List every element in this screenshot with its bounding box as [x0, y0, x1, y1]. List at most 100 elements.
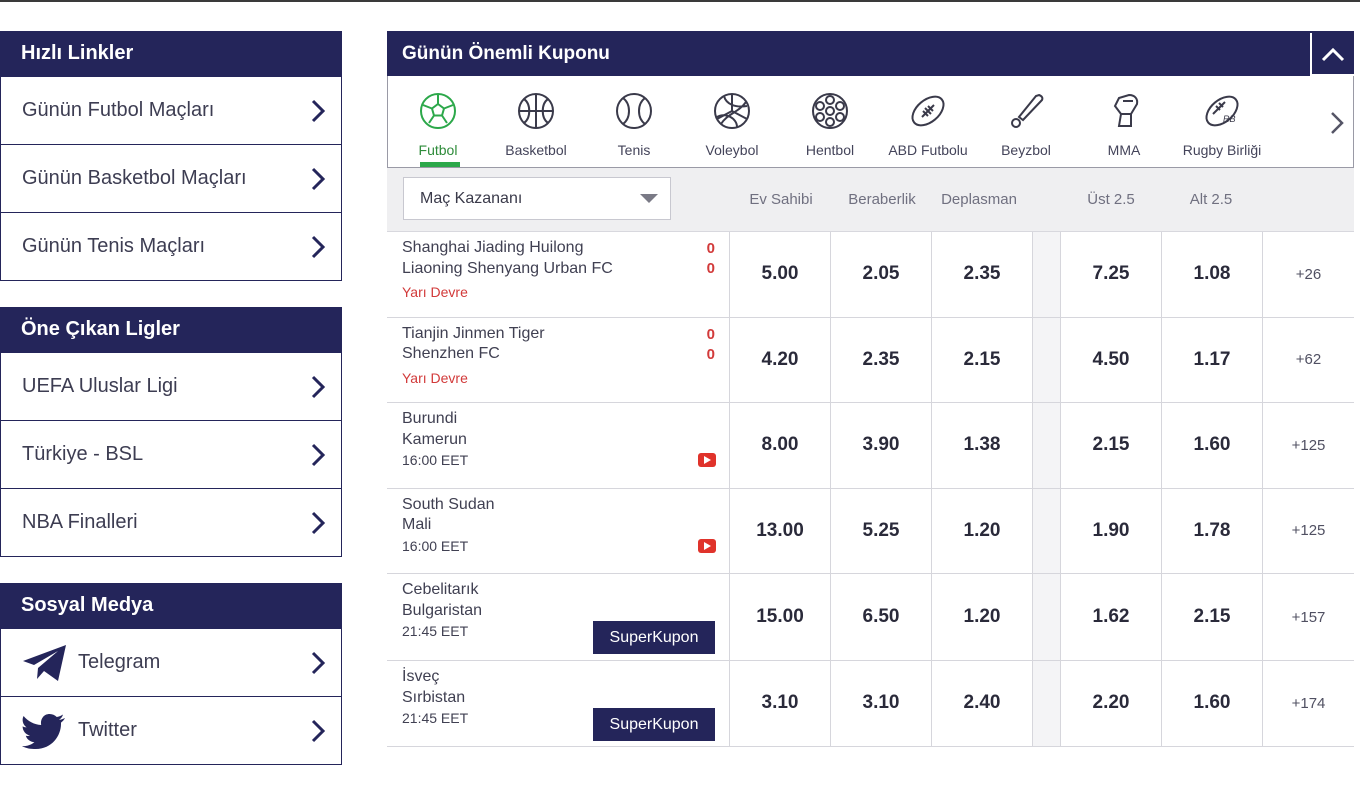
odd-over[interactable]: 4.50	[1061, 317, 1162, 402]
odd-home[interactable]: 4.20	[730, 317, 831, 402]
top-divider	[0, 0, 1360, 2]
chevron-right-icon	[311, 167, 326, 190]
odd-home[interactable]: 15.00	[730, 574, 831, 660]
home-team: İsveç	[402, 668, 440, 685]
match-info[interactable]: South Sudan Mali 16:00 EET	[387, 488, 730, 573]
superkupon-badge[interactable]: SuperKupon	[593, 708, 715, 741]
odd-away[interactable]: 2.35	[932, 232, 1033, 317]
rugby-icon: RB	[1205, 95, 1239, 127]
odd-home[interactable]: 3.10	[730, 661, 831, 746]
odd-under[interactable]: 1.08	[1162, 232, 1263, 317]
odd-over[interactable]: 2.15	[1061, 403, 1162, 488]
live-stream-icon[interactable]	[698, 453, 716, 467]
odd-away[interactable]: 1.20	[932, 488, 1033, 573]
quick-link-football[interactable]: Günün Futbol Maçları	[0, 77, 342, 145]
sport-tab-rugby[interactable]: RB Rugby Birliği	[1173, 76, 1271, 167]
sport-tab-label: Voleybol	[705, 142, 759, 158]
odd-draw[interactable]: 2.05	[831, 232, 932, 317]
odd-under[interactable]: 1.17	[1162, 317, 1263, 402]
basketball-icon	[518, 93, 554, 129]
sport-tab-mma[interactable]: MMA	[1075, 76, 1173, 167]
live-stream-icon[interactable]	[698, 538, 716, 553]
odd-away[interactable]: 2.40	[932, 661, 1033, 746]
sport-tab-football[interactable]: Futbol	[389, 76, 487, 167]
quick-link-basketball[interactable]: Günün Basketbol Maçları	[0, 145, 342, 213]
odd-away[interactable]: 1.38	[932, 403, 1033, 488]
odd-home[interactable]: 13.00	[730, 488, 831, 573]
home-team: Cebelitarık	[402, 581, 479, 598]
league-link-uefa-nations[interactable]: UEFA Uluslar Ligi	[0, 353, 342, 421]
more-markets-link[interactable]: +157	[1263, 574, 1354, 660]
odd-draw[interactable]: 5.25	[831, 488, 932, 573]
column-spacer	[1033, 317, 1061, 402]
away-team: Shenzhen FC	[402, 345, 500, 362]
sport-tab-label: Rugby Birliği	[1182, 142, 1262, 158]
match-info[interactable]: Burundi Kamerun 16:00 EET	[387, 403, 730, 488]
more-markets-link[interactable]: +26	[1263, 232, 1354, 317]
sport-tab-label: MMA	[1107, 142, 1141, 158]
volleyball-icon	[714, 93, 750, 129]
social-link-telegram[interactable]: Telegram	[0, 629, 342, 697]
odd-home[interactable]: 8.00	[730, 403, 831, 488]
sport-tab-baseball[interactable]: Beyzbol	[977, 76, 1075, 167]
social-media-title: Sosyal Medya	[0, 583, 342, 629]
league-link-turkiye-bsl[interactable]: Türkiye - BSL	[0, 421, 342, 489]
collapse-button[interactable]	[1310, 33, 1354, 76]
market-dropdown[interactable]: Maç Kazananı	[403, 177, 671, 220]
column-spacer	[1033, 232, 1061, 317]
superkupon-badge[interactable]: SuperKupon	[593, 621, 715, 654]
sport-tab-handball[interactable]: Hentbol	[781, 76, 879, 167]
home-score: 0	[706, 240, 715, 257]
odd-under[interactable]: 1.60	[1162, 661, 1263, 746]
sport-tab-tennis[interactable]: Tenis	[585, 76, 683, 167]
sport-tab-basketball[interactable]: Basketbol	[487, 76, 585, 167]
column-spacer	[1033, 661, 1061, 746]
more-markets-link[interactable]: +125	[1263, 489, 1354, 574]
column-header-under: Alt 2.5	[1189, 191, 1233, 208]
match-info[interactable]: Tianjin Jinmen Tiger Shenzhen FC Yarı De…	[387, 317, 730, 402]
more-markets-link[interactable]: +125	[1263, 403, 1354, 488]
social-link-twitter[interactable]: Twitter	[0, 697, 342, 765]
odd-draw[interactable]: 2.35	[831, 317, 932, 402]
odd-draw[interactable]: 3.90	[831, 403, 932, 488]
sport-tab-label: Tenis	[617, 142, 651, 158]
column-header-away: Deplasman	[941, 191, 1017, 208]
odd-away[interactable]: 2.15	[932, 317, 1033, 402]
odd-under[interactable]: 1.78	[1162, 488, 1263, 573]
odd-draw[interactable]: 6.50	[831, 574, 932, 660]
sport-tab-volleyball[interactable]: Voleybol	[683, 76, 781, 167]
sport-tab-label: Beyzbol	[1001, 142, 1051, 158]
column-spacer	[1033, 403, 1061, 488]
chevron-right-icon[interactable]	[1329, 110, 1345, 136]
home-team: Burundi	[402, 410, 458, 427]
match-status: Yarı Devre	[402, 369, 468, 386]
odd-under[interactable]: 1.60	[1162, 403, 1263, 488]
social-link-label: Telegram	[78, 651, 161, 673]
quick-link-label: Günün Tenis Maçları	[22, 235, 206, 257]
chevron-right-icon	[311, 719, 326, 742]
odd-home[interactable]: 5.00	[730, 232, 831, 317]
left-sidebar: Hızlı Linkler Günün Futbol Maçları Günün…	[0, 31, 342, 791]
match-info[interactable]: Shanghai Jiading Huilong Liaoning Shenya…	[387, 232, 730, 317]
sports-tab-bar: Futbol Basketbol Tenis Voleybol Hentbol …	[387, 76, 1354, 168]
football-icon	[420, 93, 456, 129]
odd-over[interactable]: 2.20	[1061, 661, 1162, 746]
more-markets-link[interactable]: +174	[1263, 661, 1354, 746]
featured-leagues-title: Öne Çıkan Ligler	[0, 307, 342, 353]
match-info[interactable]: İsveç Sırbistan 21:45 EET SuperKupon	[387, 661, 730, 746]
league-link-nba-finals[interactable]: NBA Finalleri	[0, 489, 342, 557]
match-info[interactable]: Cebelitarık Bulgaristan 21:45 EET SuperK…	[387, 574, 730, 660]
odd-draw[interactable]: 3.10	[831, 661, 932, 746]
more-markets-link[interactable]: +62	[1263, 318, 1354, 403]
coupon-title: Günün Önemli Kuponu	[402, 42, 610, 64]
odd-under[interactable]: 2.15	[1162, 574, 1263, 660]
odd-over[interactable]: 1.90	[1061, 488, 1162, 573]
odd-over[interactable]: 1.62	[1061, 574, 1162, 660]
odd-over[interactable]: 7.25	[1061, 232, 1162, 317]
odd-away[interactable]: 1.20	[932, 574, 1033, 660]
league-link-label: UEFA Uluslar Ligi	[22, 375, 178, 397]
sport-tab-label: ABD Futbolu	[888, 142, 968, 158]
quick-link-tennis[interactable]: Günün Tenis Maçları	[0, 213, 342, 281]
sport-tab-american-football[interactable]: ABD Futbolu	[879, 76, 977, 167]
sport-tab-label: Hentbol	[805, 142, 855, 158]
